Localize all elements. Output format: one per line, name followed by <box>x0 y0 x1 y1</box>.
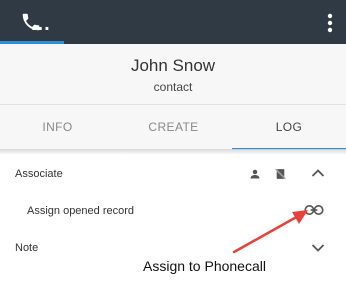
top-bar: ... <box>0 0 346 44</box>
tab-log[interactable]: LOG <box>232 105 346 150</box>
no-contact-card-icon[interactable] <box>274 167 287 181</box>
annotation-arrow <box>232 210 308 254</box>
tab-bar: INFO CREATE LOG <box>0 104 346 150</box>
tab-info[interactable]: INFO <box>0 105 115 150</box>
contact-type: contact <box>153 80 193 94</box>
tab-create[interactable]: CREATE <box>115 105 232 150</box>
tab-log-label: LOG <box>275 120 303 134</box>
annotation-label: Assign to Phonecall <box>143 258 266 274</box>
assign-opened-record-label: Assign opened record <box>27 205 135 217</box>
note-label: Note <box>15 242 39 254</box>
contact-header: John Snow contact <box>0 44 346 104</box>
person-icon[interactable] <box>249 168 261 180</box>
tab-shadow <box>0 149 346 155</box>
tab-info-label: INFO <box>42 120 73 134</box>
associate-label: Associate <box>15 168 63 180</box>
chevron-up-icon[interactable] <box>311 168 325 178</box>
more-label[interactable]: ... <box>31 14 51 34</box>
more-vert-icon[interactable] <box>326 12 334 34</box>
tab-create-label: CREATE <box>148 120 199 134</box>
contact-name: John Snow <box>130 56 216 75</box>
